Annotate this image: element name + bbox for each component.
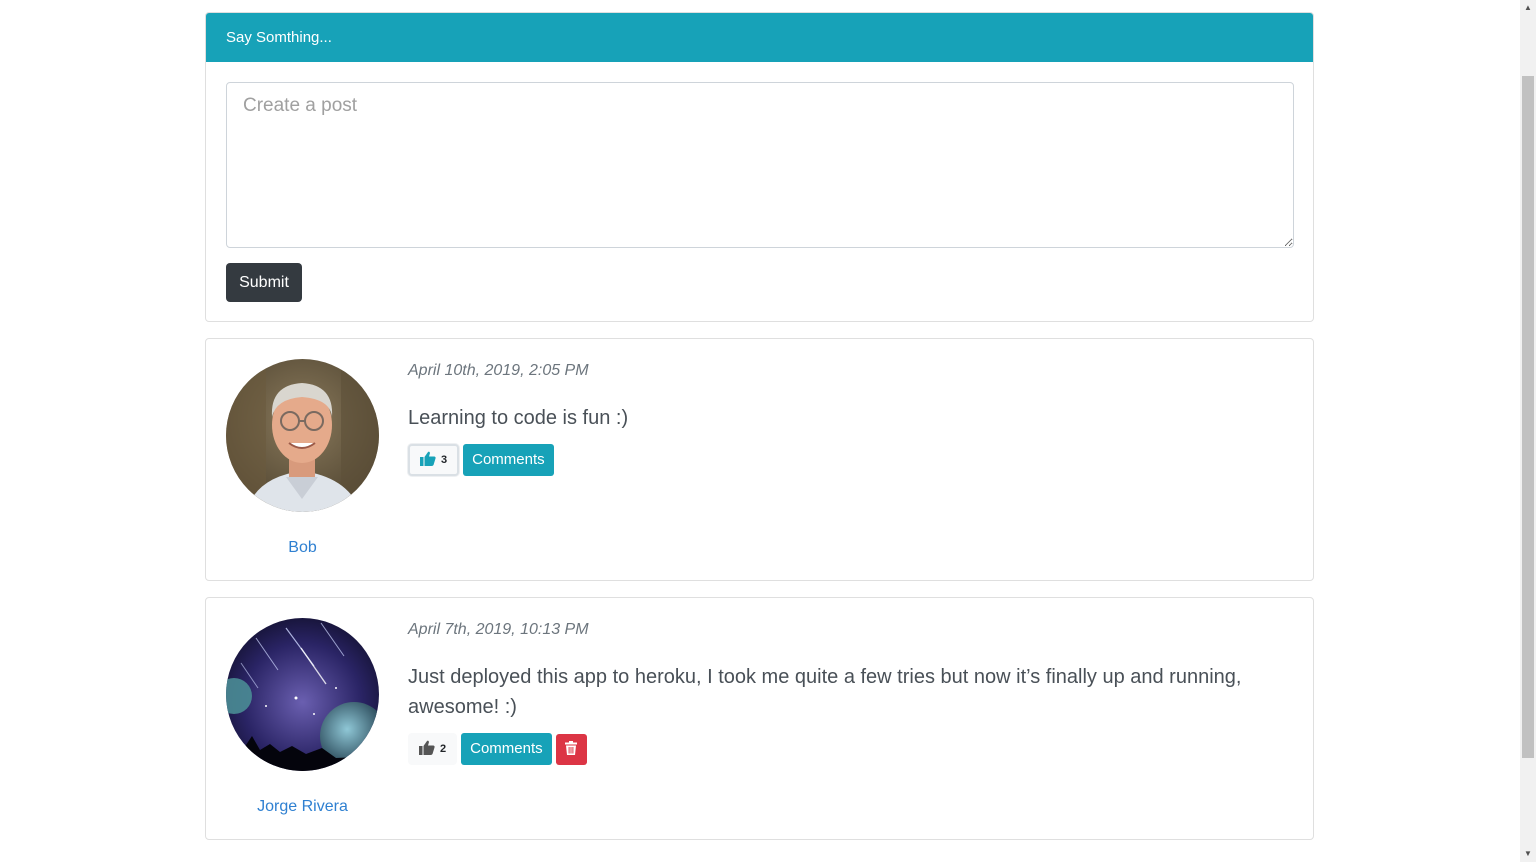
author-link[interactable]: Jorge Rivera: [226, 798, 379, 816]
post-actions: 3 Comments: [408, 444, 554, 476]
post-text: Just deployed this app to heroku, I took…: [408, 666, 1242, 718]
like-button[interactable]: 2: [408, 733, 458, 765]
submit-button[interactable]: Submit: [226, 263, 302, 302]
vertical-scrollbar[interactable]: ▲ ▼: [1520, 0, 1536, 862]
delete-button[interactable]: [555, 733, 587, 765]
thumbs-up-icon: [420, 451, 436, 469]
like-button[interactable]: 3: [408, 444, 460, 476]
scroll-down-arrow-icon[interactable]: ▼: [1520, 846, 1536, 862]
create-post-textarea[interactable]: [226, 82, 1294, 248]
like-count: 2: [440, 743, 447, 755]
create-post-card: Say Somthing... Submit: [205, 12, 1314, 322]
trash-icon: [565, 740, 578, 758]
post-date: April 7th, 2019, 10:13 PM: [408, 621, 589, 638]
create-post-header: Say Somthing...: [206, 13, 1313, 62]
scrollbar-thumb[interactable]: [1522, 76, 1534, 758]
avatar: [226, 618, 379, 771]
scroll-up-arrow-icon[interactable]: ▲: [1520, 0, 1536, 16]
post-card: Bob April 10th, 2019, 2:05 PM Learning t…: [205, 338, 1314, 581]
post-date: April 10th, 2019, 2:05 PM: [408, 362, 589, 379]
comments-button[interactable]: Comments: [461, 733, 552, 765]
post-actions: 2 Comments: [408, 733, 587, 765]
page: Say Somthing... Submit: [0, 0, 1536, 862]
author-link[interactable]: Bob: [226, 539, 379, 557]
comments-button[interactable]: Comments: [463, 444, 554, 476]
avatar: [226, 359, 379, 512]
like-count: 3: [441, 454, 448, 466]
post-card: Jorge Rivera April 7th, 2019, 10:13 PM J…: [205, 597, 1314, 840]
thumbs-up-icon: [419, 740, 435, 758]
post-text: Learning to code is fun :): [408, 407, 629, 429]
